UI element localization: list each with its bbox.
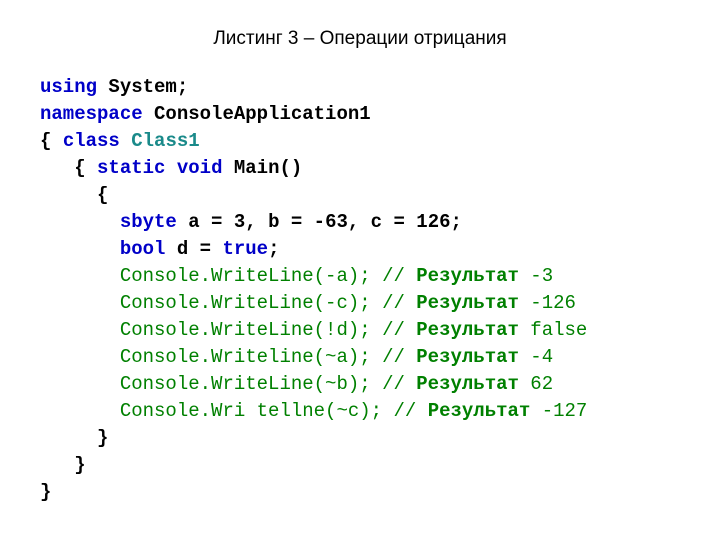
code-line-4b: Результат: [416, 346, 519, 368]
kw-sbyte: sbyte: [120, 211, 177, 233]
semicolon: ;: [177, 76, 188, 98]
kw-namespace: namespace: [40, 103, 143, 125]
brace-close: }: [40, 481, 51, 503]
code-line-4c: -4: [519, 346, 553, 368]
kw-class: class: [63, 130, 120, 152]
code-line-6a: Console.Wri tellne(~c); //: [120, 400, 428, 422]
id-namespace: ConsoleApplication1: [154, 103, 371, 125]
kw-void: void: [177, 157, 223, 179]
code-line-5a: Console.WriteLine(~b); //: [120, 373, 416, 395]
listing-title: Листинг 3 – Операции отрицания: [40, 28, 680, 50]
brace-open: {: [97, 184, 108, 206]
decl-sbyte: а = 3, b = -63, с = 126;: [188, 211, 462, 233]
decl-bool: d =: [177, 238, 223, 260]
document-page: Листинг 3 – Операции отрицания using Sys…: [0, 0, 720, 526]
brace-open: {: [74, 157, 85, 179]
code-line-2c: -126: [519, 292, 576, 314]
code-line-1c: -3: [519, 265, 553, 287]
code-line-3a: Console.WriteLine(!d); //: [120, 319, 416, 341]
semicolon: ;: [268, 238, 279, 260]
code-line-5b: Результат: [416, 373, 519, 395]
code-line-1a: Console.WriteLine(-a); //: [120, 265, 416, 287]
code-line-5c: 62: [519, 373, 553, 395]
brace-close: }: [97, 427, 108, 449]
kw-bool: bool: [120, 238, 166, 260]
code-line-2a: Console.WriteLine(-c); //: [120, 292, 416, 314]
kw-true: true: [222, 238, 268, 260]
code-line-6c: -127: [530, 400, 587, 422]
code-line-2b: Результат: [416, 292, 519, 314]
id-system: System: [108, 76, 176, 98]
brace-open: {: [40, 130, 51, 152]
id-class: Class1: [131, 130, 199, 152]
code-line-4a: Console.Writeline(~a); //: [120, 346, 416, 368]
id-main: Main(): [234, 157, 302, 179]
code-line-6b: Результат: [428, 400, 531, 422]
code-line-1b: Результат: [416, 265, 519, 287]
code-line-3b: Результат: [416, 319, 519, 341]
kw-static: static: [97, 157, 165, 179]
code-block: using System; namespace ConsoleApplicati…: [40, 74, 680, 506]
code-line-3c: false: [519, 319, 587, 341]
kw-using: using: [40, 76, 97, 98]
brace-close: }: [74, 454, 85, 476]
